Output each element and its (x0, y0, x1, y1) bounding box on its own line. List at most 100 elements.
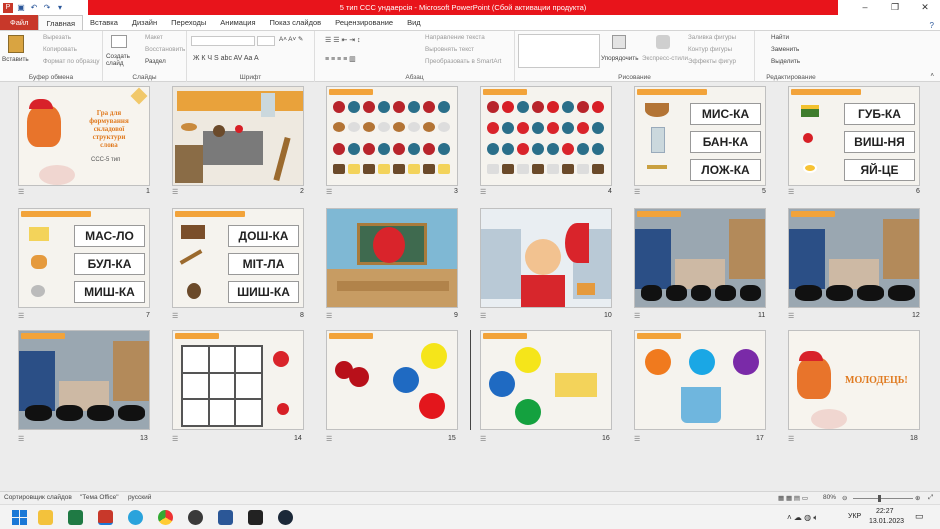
slide-thumbnail[interactable] (480, 86, 612, 186)
slide-thumbnail[interactable] (480, 208, 612, 308)
tray-icons[interactable]: ˄ ☁ ◍ 🔈︎ (787, 513, 818, 523)
picture-tile (487, 101, 499, 113)
quick-styles-icon[interactable] (656, 35, 670, 49)
quick-styles-button[interactable]: Экспресс-стили (642, 55, 688, 62)
slide-thumbnail[interactable]: МИС-КА БАН-КА ЛОЖ-КА (634, 86, 766, 186)
text-direction-button[interactable]: Направление текста (425, 34, 485, 41)
font-style-buttons[interactable]: Ж К Ч S abc AV Aa A (193, 55, 259, 62)
copy-button[interactable]: Копировать (43, 46, 77, 53)
purple-circle[interactable] (733, 349, 759, 375)
redo-icon[interactable]: ↷ (42, 3, 52, 13)
blue-circle[interactable] (489, 371, 515, 397)
paste-button[interactable]: Вставить (2, 56, 29, 63)
align-text-button[interactable]: Выровнять текст (425, 46, 474, 53)
cut-button[interactable]: Вырезать (43, 34, 71, 41)
minimize-button[interactable]: – (850, 0, 880, 15)
format-painter-button[interactable]: Формат по образцу (43, 58, 99, 65)
yellow-circle[interactable] (515, 347, 541, 373)
slide-thumbnail[interactable] (634, 208, 766, 308)
replace-button[interactable]: Заменить (771, 46, 799, 53)
slide-thumbnail[interactable] (788, 208, 920, 308)
telegram-icon[interactable] (128, 510, 143, 525)
yellow-circle[interactable] (421, 343, 447, 369)
start-icon[interactable] (12, 510, 27, 525)
zoom-slider[interactable] (853, 498, 913, 499)
zoom-out-icon[interactable]: ⊖ (842, 494, 847, 502)
list-buttons[interactable]: ☰ ☰ ⇤ ⇥ ↕ (325, 36, 361, 44)
shapes-gallery[interactable] (518, 34, 600, 68)
new-slide-icon[interactable] (111, 35, 127, 48)
font-size-field[interactable] (257, 36, 275, 46)
slide-thumbnail[interactable] (172, 330, 304, 430)
orange-circle[interactable] (645, 349, 671, 375)
find-button[interactable]: Найти (771, 34, 789, 41)
font-name-field[interactable] (191, 36, 255, 46)
slide-thumbnail[interactable] (480, 330, 612, 430)
fit-slide-icon[interactable]: ⤢ (928, 494, 933, 502)
tab-home[interactable]: Главная (38, 15, 83, 30)
steam-icon[interactable] (278, 510, 293, 525)
select-button[interactable]: Выделить (771, 58, 800, 65)
tab-review[interactable]: Рецензирование (328, 15, 400, 30)
tab-insert[interactable]: Вставка (83, 15, 125, 30)
slide-thumbnail[interactable] (634, 330, 766, 430)
app-icon[interactable] (248, 510, 263, 525)
powerpoint-icon[interactable] (98, 510, 113, 525)
paste-icon[interactable] (8, 35, 24, 53)
tab-design[interactable]: Дизайн (125, 15, 164, 30)
new-slide-button[interactable]: Создать слайд (106, 53, 132, 67)
notifications-icon[interactable]: ▭ (915, 511, 924, 522)
customize-qat-icon[interactable]: ▾ (55, 3, 65, 13)
shape-effects-button[interactable]: Эффекты фигур (688, 58, 736, 65)
align-buttons[interactable]: ≡ ≡ ≡ ≡ ▥ (325, 55, 356, 63)
red-circle[interactable] (419, 393, 445, 419)
shape-outline-button[interactable]: Контур фигуры (688, 46, 732, 53)
slide-thumbnail[interactable]: Гра для формування складової структури с… (18, 86, 150, 186)
word-icon[interactable] (218, 510, 233, 525)
file-explorer-icon[interactable] (38, 510, 53, 525)
clock-date[interactable]: 13.01.2023 (869, 518, 904, 525)
zoom-in-icon[interactable]: ⊕ (915, 494, 920, 502)
undo-icon[interactable]: ↶ (29, 3, 39, 13)
view-buttons[interactable]: ▦ ▦ ▤ ▭ (778, 494, 808, 502)
arrange-button[interactable]: Упорядочить (601, 55, 638, 62)
zoom-level[interactable]: 80% (823, 494, 836, 501)
zoom-slider-thumb[interactable] (878, 495, 881, 502)
green-circle[interactable] (515, 399, 541, 425)
slide-thumbnail[interactable]: МОЛОДЕЦЬ! (788, 330, 920, 430)
collapse-ribbon-icon[interactable]: ˄ (930, 72, 934, 79)
slide-thumbnail[interactable]: ДОШ-КА МІТ-ЛА ШИШ-КА (172, 208, 304, 308)
cyan-circle[interactable] (689, 349, 715, 375)
slide-thumbnail[interactable] (172, 86, 304, 186)
tab-slideshow[interactable]: Показ слайдов (263, 15, 329, 30)
font-grow-icon[interactable]: A˄ A˅ ✎ (279, 36, 303, 43)
slide-thumbnail[interactable] (326, 208, 458, 308)
help-icon[interactable]: ? (930, 21, 940, 30)
save-icon[interactable]: ▣ (16, 3, 26, 13)
smartart-button[interactable]: Преобразовать в SmartArt (425, 58, 501, 65)
slide-number: 12 (912, 312, 920, 319)
layout-button[interactable]: Макет (145, 34, 163, 41)
keyboard-language[interactable]: УКР (848, 513, 861, 520)
arrange-icon[interactable] (612, 35, 626, 49)
shape-fill-button[interactable]: Заливка фигуры (688, 34, 736, 41)
slide-thumbnail[interactable] (326, 330, 458, 430)
close-button[interactable]: ✕ (910, 0, 940, 15)
reset-button[interactable]: Восстановить (145, 46, 185, 53)
excel-icon[interactable] (68, 510, 83, 525)
slide-thumbnail[interactable]: ГУБ-КА ВИШ-НЯ ЯЙ-ЦЕ (788, 86, 920, 186)
tab-animation[interactable]: Анимация (213, 15, 262, 30)
chrome-icon[interactable] (158, 510, 173, 525)
slide-thumbnail[interactable] (18, 330, 150, 430)
tab-transitions[interactable]: Переходы (164, 15, 213, 30)
tab-view[interactable]: Вид (400, 15, 428, 30)
tab-file[interactable]: Файл (0, 15, 39, 30)
blue-circle[interactable] (393, 367, 419, 393)
cabinets (177, 91, 303, 111)
slide-thumbnail[interactable] (326, 86, 458, 186)
clock-time[interactable]: 22:27 (876, 508, 894, 515)
slide-thumbnail[interactable]: МАС-ЛО БУЛ-КА МИШ-КА (18, 208, 150, 308)
restore-button[interactable]: ❐ (880, 0, 910, 15)
section-button[interactable]: Раздел (145, 58, 166, 65)
photos-icon[interactable] (188, 510, 203, 525)
